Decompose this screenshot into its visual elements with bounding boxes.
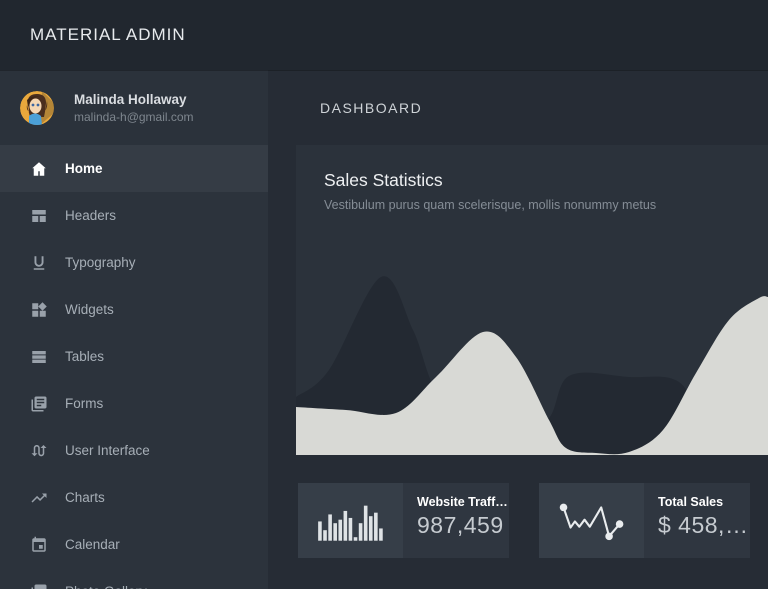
trending-up-icon	[30, 489, 48, 507]
top-navbar: MATERIAL ADMIN	[0, 0, 768, 70]
sales-area-chart	[296, 230, 768, 455]
stat-label: Total Sales	[658, 495, 750, 509]
total-sales-widget[interactable]: Total Sales $ 458,…	[539, 483, 750, 558]
profile-meta: Malinda Hollaway malinda-h@gmail.com	[74, 92, 194, 124]
bar-sparkline-icon	[298, 483, 403, 558]
photo-icon	[30, 583, 48, 589]
card-header: Sales Statistics Vestibulum purus quam s…	[296, 145, 768, 212]
swap-calls-icon	[30, 442, 48, 460]
main-content: DASHBOARD Sales Statistics Vestibulum pu…	[268, 70, 768, 589]
page-header: DASHBOARD	[268, 70, 768, 145]
brand-title: MATERIAL ADMIN	[30, 25, 186, 45]
sidebar-item-widgets[interactable]: Widgets	[0, 286, 268, 333]
sidebar-item-label: Charts	[65, 490, 105, 505]
home-icon	[30, 160, 48, 178]
sidebar-item-forms[interactable]: Forms	[0, 380, 268, 427]
sidebar-item-charts[interactable]: Charts	[0, 474, 268, 521]
website-traffic-widget[interactable]: Website Traff… 987,459	[298, 483, 509, 558]
sidebar-item-photo-gallery[interactable]: Photo Gallery	[0, 568, 268, 589]
stat-body: Total Sales $ 458,…	[644, 483, 750, 558]
stat-body: Website Traff… 987,459	[403, 483, 509, 558]
profile-name: Malinda Hollaway	[74, 92, 194, 107]
underline-icon	[30, 254, 48, 272]
stat-value: 987,459	[417, 512, 509, 539]
user-profile[interactable]: Malinda Hollaway malinda-h@gmail.com	[0, 70, 268, 145]
app-window: MATERIAL ADMIN	[0, 0, 768, 589]
avatar-illustration	[20, 91, 54, 125]
user-avatar	[20, 91, 54, 125]
sidebar-item-label: User Interface	[65, 443, 150, 458]
bar-sparkline-svg	[305, 488, 397, 554]
widgets-icon	[30, 301, 48, 319]
stat-label: Website Traff…	[417, 495, 509, 509]
sidebar-item-user-interface[interactable]: User Interface	[0, 427, 268, 474]
sidebar-item-headers[interactable]: Headers	[0, 192, 268, 239]
card-title: Sales Statistics	[324, 170, 740, 191]
sidebar-item-label: Home	[65, 161, 103, 176]
sidebar-item-home[interactable]: Home	[0, 145, 268, 192]
stats-row: Website Traff… 987,459 Total Sales $ 458…	[298, 483, 768, 558]
card-subtitle: Vestibulum purus quam scelerisque, molli…	[324, 198, 740, 212]
headers-icon	[30, 207, 48, 225]
sidebar-menu: Home Headers Typography Widgets Tables	[0, 145, 268, 589]
stat-value: $ 458,…	[658, 512, 750, 539]
page-title: DASHBOARD	[320, 100, 422, 116]
sidebar-item-label: Typography	[65, 255, 136, 270]
forms-icon	[30, 395, 48, 413]
line-sparkline-svg	[546, 488, 638, 554]
calendar-icon	[30, 536, 48, 554]
sidebar-item-label: Photo Gallery	[65, 584, 147, 589]
line-sparkline-icon	[539, 483, 644, 558]
sidebar-item-typography[interactable]: Typography	[0, 239, 268, 286]
sidebar-item-label: Widgets	[65, 302, 114, 317]
sidebar-item-calendar[interactable]: Calendar	[0, 521, 268, 568]
sidebar: Malinda Hollaway malinda-h@gmail.com Hom…	[0, 70, 268, 589]
sales-statistics-card: Sales Statistics Vestibulum purus quam s…	[296, 145, 768, 455]
sidebar-item-tables[interactable]: Tables	[0, 333, 268, 380]
table-rows-icon	[30, 348, 48, 366]
sidebar-item-label: Headers	[65, 208, 116, 223]
sidebar-item-label: Forms	[65, 396, 103, 411]
sidebar-item-label: Tables	[65, 349, 104, 364]
layout-shell: Malinda Hollaway malinda-h@gmail.com Hom…	[0, 70, 768, 589]
sidebar-item-label: Calendar	[65, 537, 120, 552]
profile-email: malinda-h@gmail.com	[74, 110, 194, 124]
